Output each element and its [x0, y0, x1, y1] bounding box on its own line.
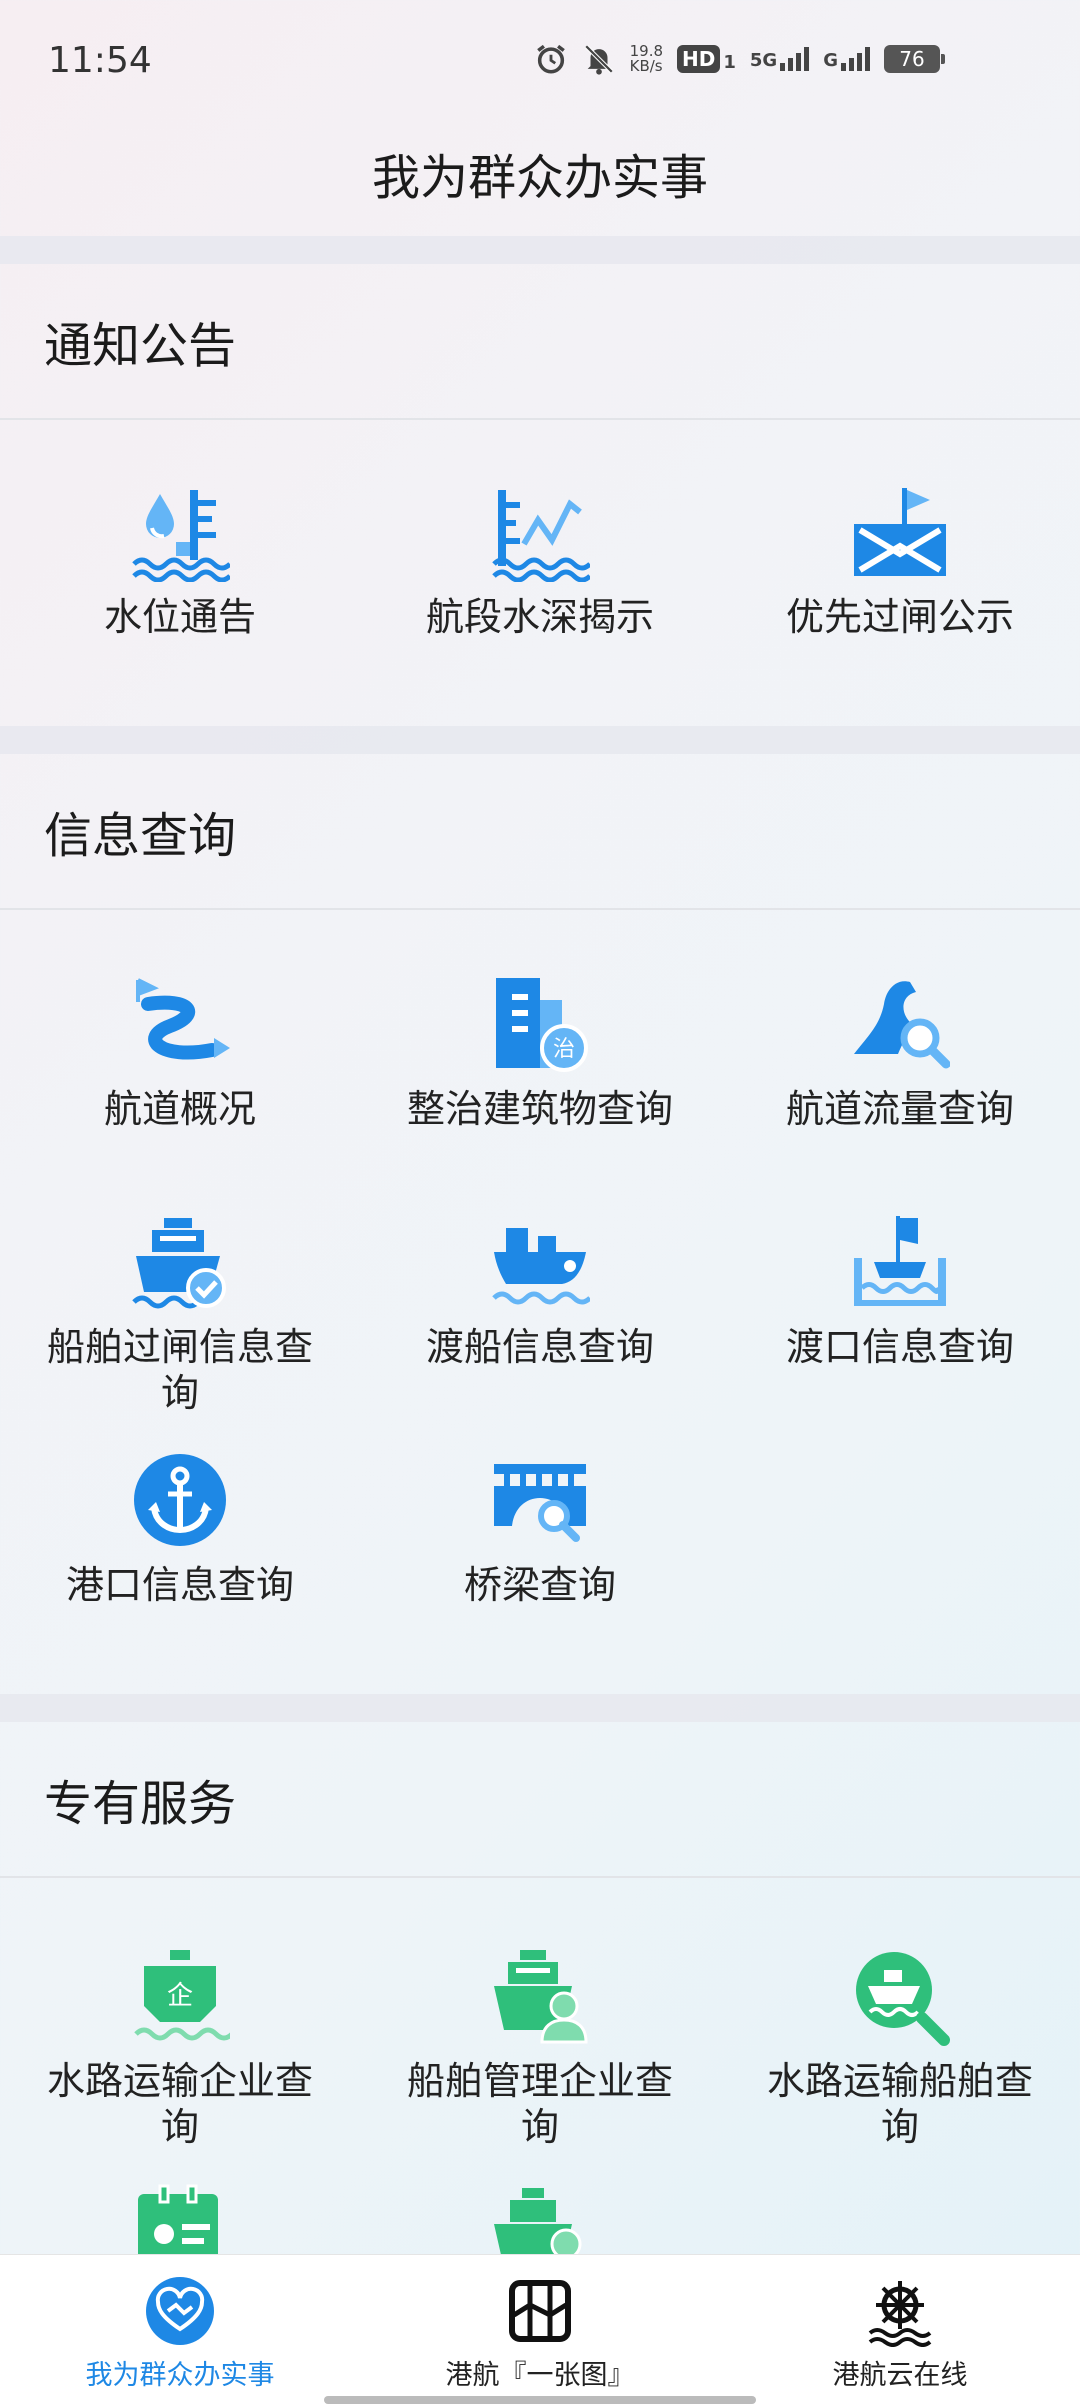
grid-item-label: 渡口信息查询	[785, 1325, 1014, 1369]
grid-item-regulation-building[interactable]: 治 整治建筑物查询	[360, 974, 720, 1132]
speed-unit: KB/s	[629, 57, 663, 75]
grid-item-ferry-dock[interactable]: 渡口信息查询	[720, 1212, 1080, 1370]
channel-overview-icon	[136, 978, 230, 1060]
section-divider	[0, 1694, 1080, 1722]
channel-depth-icon	[492, 490, 590, 582]
grid-item-label: 船舶管理企业查询	[406, 2059, 673, 2149]
grid-item-label: 水路运输船舶查询	[766, 2059, 1033, 2149]
grid-item-transport-ship[interactable]: 水路运输船舶查询	[720, 1946, 1080, 2150]
grid-item-channel-overview[interactable]: 航道概况	[0, 974, 360, 1132]
signal-g: G	[823, 47, 870, 71]
section-info: 信息查询 航道概况 治 整治建筑物查询 航道流量查询 船舶过闸信息查询 渡船信息…	[0, 754, 1080, 1694]
nav-label: 我为群众办实事	[85, 2360, 275, 2391]
signal-bars-icon	[780, 47, 810, 71]
ferry-icon	[492, 1228, 590, 1305]
nav-item-cloud[interactable]: 港航云在线	[720, 2255, 1080, 2408]
status-icons: 19.8 KB/s HD 1 5G G 76	[534, 42, 945, 76]
grid-item-ferry[interactable]: 渡船信息查询	[360, 1212, 720, 1370]
hd-badge: HD	[677, 45, 721, 73]
battery-icon: 76	[884, 45, 945, 73]
grid-item-label: 港口信息查询	[65, 1563, 294, 1607]
svg-text:治: 治	[553, 1037, 575, 1062]
section-divider	[0, 236, 1080, 264]
grid-item-label: 桥梁查询	[463, 1563, 616, 1607]
channel-flow-icon	[854, 981, 950, 1069]
ship-person-icon	[494, 2188, 582, 2254]
grid-item-label: 船舶过闸信息查询	[46, 1325, 313, 1415]
grid-item-partial[interactable]	[360, 2184, 720, 2254]
grid-item-label: 水位通告	[103, 595, 256, 639]
priority-lock-icon	[854, 488, 946, 576]
status-bar: 11:54 19.8 KB/s HD 1 5G G 76	[0, 0, 1080, 128]
grid-item-ship-lock[interactable]: 船舶过闸信息查询	[0, 1212, 360, 1416]
home-indicator[interactable]	[324, 2396, 756, 2404]
regulation-building-icon: 治	[496, 978, 588, 1072]
grid-item-label: 航道流量查询	[785, 1087, 1014, 1131]
nav-item-map[interactable]: 港航『一张图』	[360, 2255, 720, 2408]
enterprise-badge: 企	[167, 1981, 193, 2011]
grid-item-label: 优先过闸公示	[785, 595, 1014, 639]
ship-lock-icon	[132, 1218, 226, 1309]
handshake-heart-icon	[146, 2277, 214, 2345]
bottom-nav: 我为群众办实事 港航『一张图』 港航云在线	[0, 2254, 1080, 2408]
hd-indicator: HD 1	[677, 45, 736, 73]
grid-item-channel-flow[interactable]: 航道流量查询	[720, 974, 1080, 1132]
grid-item-label: 水路运输企业查询	[46, 2059, 313, 2149]
helm-icon	[868, 2281, 932, 2347]
alarm-icon	[536, 44, 565, 74]
status-time: 11:54	[48, 40, 152, 81]
water-level-icon	[132, 490, 230, 582]
mute-icon	[584, 44, 613, 75]
page-title: 我为群众办实事	[371, 150, 708, 206]
section-title: 信息查询	[0, 754, 1080, 910]
grid-item-water-level[interactable]: 水位通告	[0, 482, 360, 640]
section-divider	[0, 726, 1080, 754]
grid-item-transport-enterprise[interactable]: 企 水路运输企业查询	[0, 1946, 360, 2150]
grid-item-port-info[interactable]: 港口信息查询	[0, 1450, 360, 1608]
grid-item-priority-lock[interactable]: 优先过闸公示	[720, 482, 1080, 640]
hd-sub: 1	[723, 52, 736, 73]
grid-item-ship-management[interactable]: 船舶管理企业查询	[360, 1946, 720, 2150]
grid-item-channel-depth[interactable]: 航段水深揭示	[360, 482, 720, 640]
section-service: 专有服务 企 水路运输企业查询 船舶管理企业查询 水路运输船舶查询	[0, 1722, 1080, 2254]
certificate-icon	[138, 2184, 218, 2254]
grid-item-label: 整治建筑物查询	[406, 1087, 673, 1131]
section-title: 专有服务	[0, 1722, 1080, 1878]
transport-enterprise-icon: 企	[134, 1950, 230, 2041]
map-icon	[509, 2280, 571, 2342]
signal-5g-label: 5G	[749, 50, 778, 71]
grid-item-bridge[interactable]: 桥梁查询	[360, 1450, 720, 1608]
signal-g-label: G	[823, 50, 838, 71]
network-speed: 19.8 KB/s	[630, 44, 663, 74]
nav-label: 港航云在线	[832, 2360, 968, 2391]
nav-label: 港航『一张图』	[445, 2360, 635, 2391]
grid-item-partial[interactable]	[0, 2184, 360, 2254]
grid-item-label: 航段水深揭示	[425, 595, 654, 639]
grid-item-label: 航道概况	[103, 1087, 256, 1131]
nav-item-service[interactable]: 我为群众办实事	[0, 2255, 360, 2408]
ferry-dock-icon	[854, 1216, 946, 1306]
ship-management-icon	[494, 1950, 588, 2044]
bridge-icon	[494, 1464, 586, 1542]
section-title: 通知公告	[0, 264, 1080, 420]
grid-item-label: 渡船信息查询	[425, 1325, 654, 1369]
transport-ship-icon	[856, 1952, 950, 2046]
anchor-icon	[134, 1454, 226, 1546]
signal-5g: 5G	[749, 47, 810, 71]
section-notice: 通知公告 水位通告 航段水深揭示 优先过闸公示	[0, 264, 1080, 726]
signal-bars-icon	[841, 47, 870, 71]
